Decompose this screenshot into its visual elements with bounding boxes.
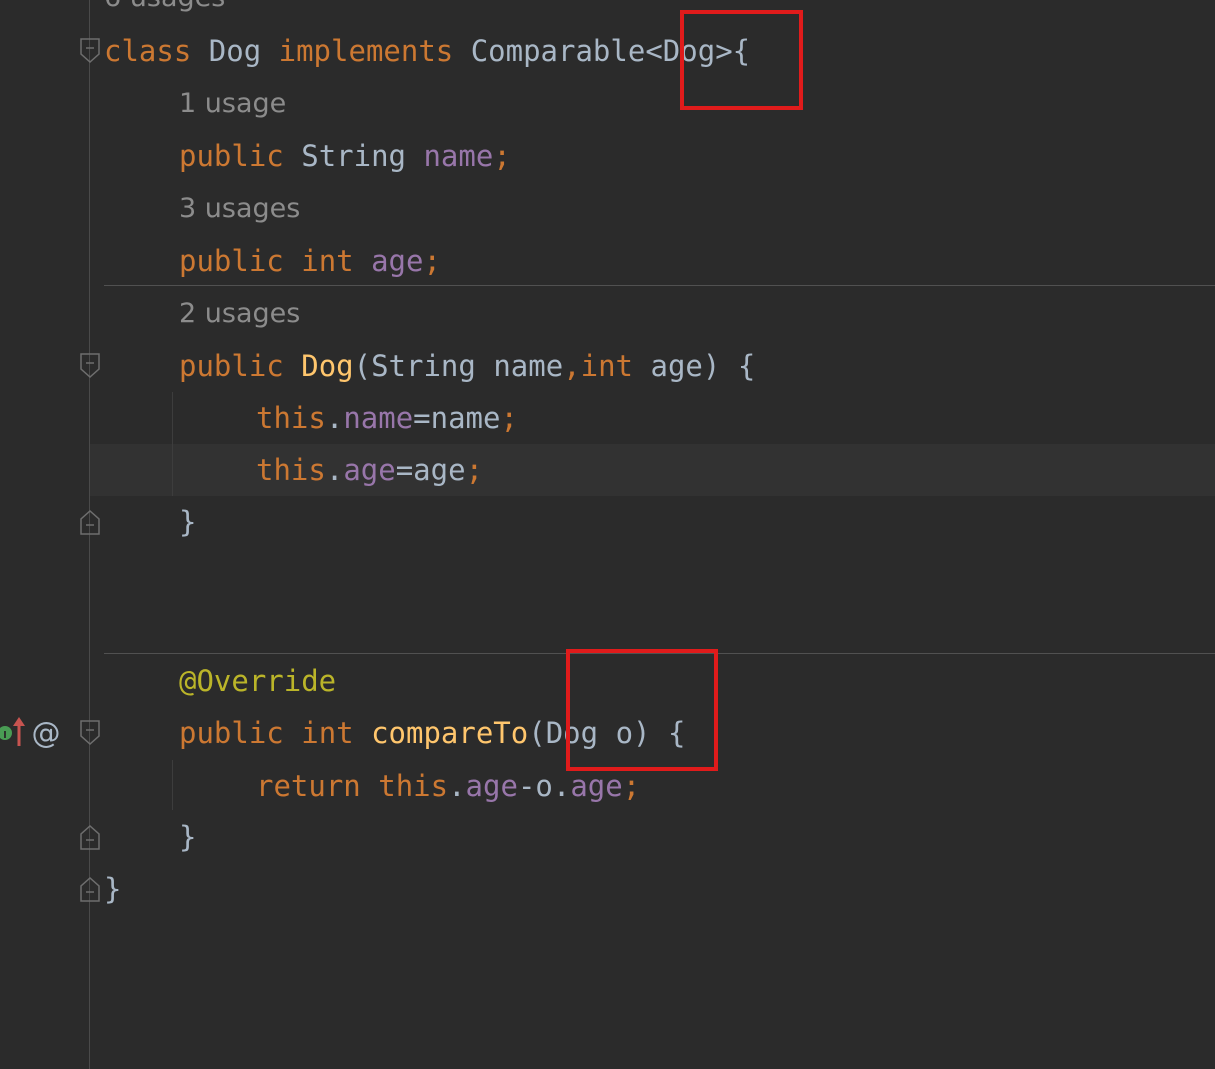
code-text: public String name;	[179, 139, 511, 173]
keyword-implements: implements	[278, 34, 454, 68]
code-line-field-name[interactable]: public String name;	[0, 130, 1215, 182]
usage-hint[interactable]: 2 usages	[179, 288, 300, 340]
code-text: }	[179, 505, 197, 539]
code-line-method-close[interactable]: }	[0, 811, 1215, 863]
code-line-assign-age[interactable]: this.age=age;	[0, 444, 1215, 496]
code-text: this.name=name;	[256, 401, 518, 435]
code-text: public Dog(String name,int age) {	[179, 349, 756, 383]
code-line-field-age[interactable]: public int age;	[0, 235, 1215, 287]
code-text: @Override	[179, 664, 337, 698]
code-text: }	[104, 872, 122, 906]
code-line-class-close[interactable]: }	[0, 863, 1215, 915]
highlight-box-generic-type	[680, 10, 803, 110]
class-name: Dog	[208, 34, 262, 68]
usage-hint-line: 6 usages	[0, 0, 1215, 24]
usage-hint-line: 2 usages	[0, 288, 1215, 340]
code-text: this.age=age;	[256, 453, 484, 487]
usage-hint-line: 3 usages	[0, 183, 1215, 235]
code-text: public int age;	[179, 244, 441, 278]
usage-hint[interactable]: 1 usage	[179, 78, 286, 130]
highlight-box-parameter	[566, 649, 718, 771]
code-line-ctor-close[interactable]: }	[0, 496, 1215, 548]
code-line-class-decl[interactable]: class Dog implements Comparable<Dog>{	[0, 25, 1215, 77]
usage-hint-line: 1 usage	[0, 78, 1215, 130]
code-line-assign-name[interactable]: this.name=name;	[0, 392, 1215, 444]
interface-name: Comparable	[470, 34, 646, 68]
usage-hint[interactable]: 3 usages	[179, 183, 300, 235]
usage-hint[interactable]: 6 usages	[104, 0, 225, 24]
code-text: class Dog implements Comparable<Dog>{	[104, 34, 751, 68]
code-text: }	[179, 820, 197, 854]
keyword-class: class	[104, 34, 192, 68]
code-line-constructor[interactable]: public Dog(String name,int age) {	[0, 340, 1215, 392]
code-editor[interactable]: I @ 6 usages class Dog implements Compar…	[0, 0, 1215, 1069]
